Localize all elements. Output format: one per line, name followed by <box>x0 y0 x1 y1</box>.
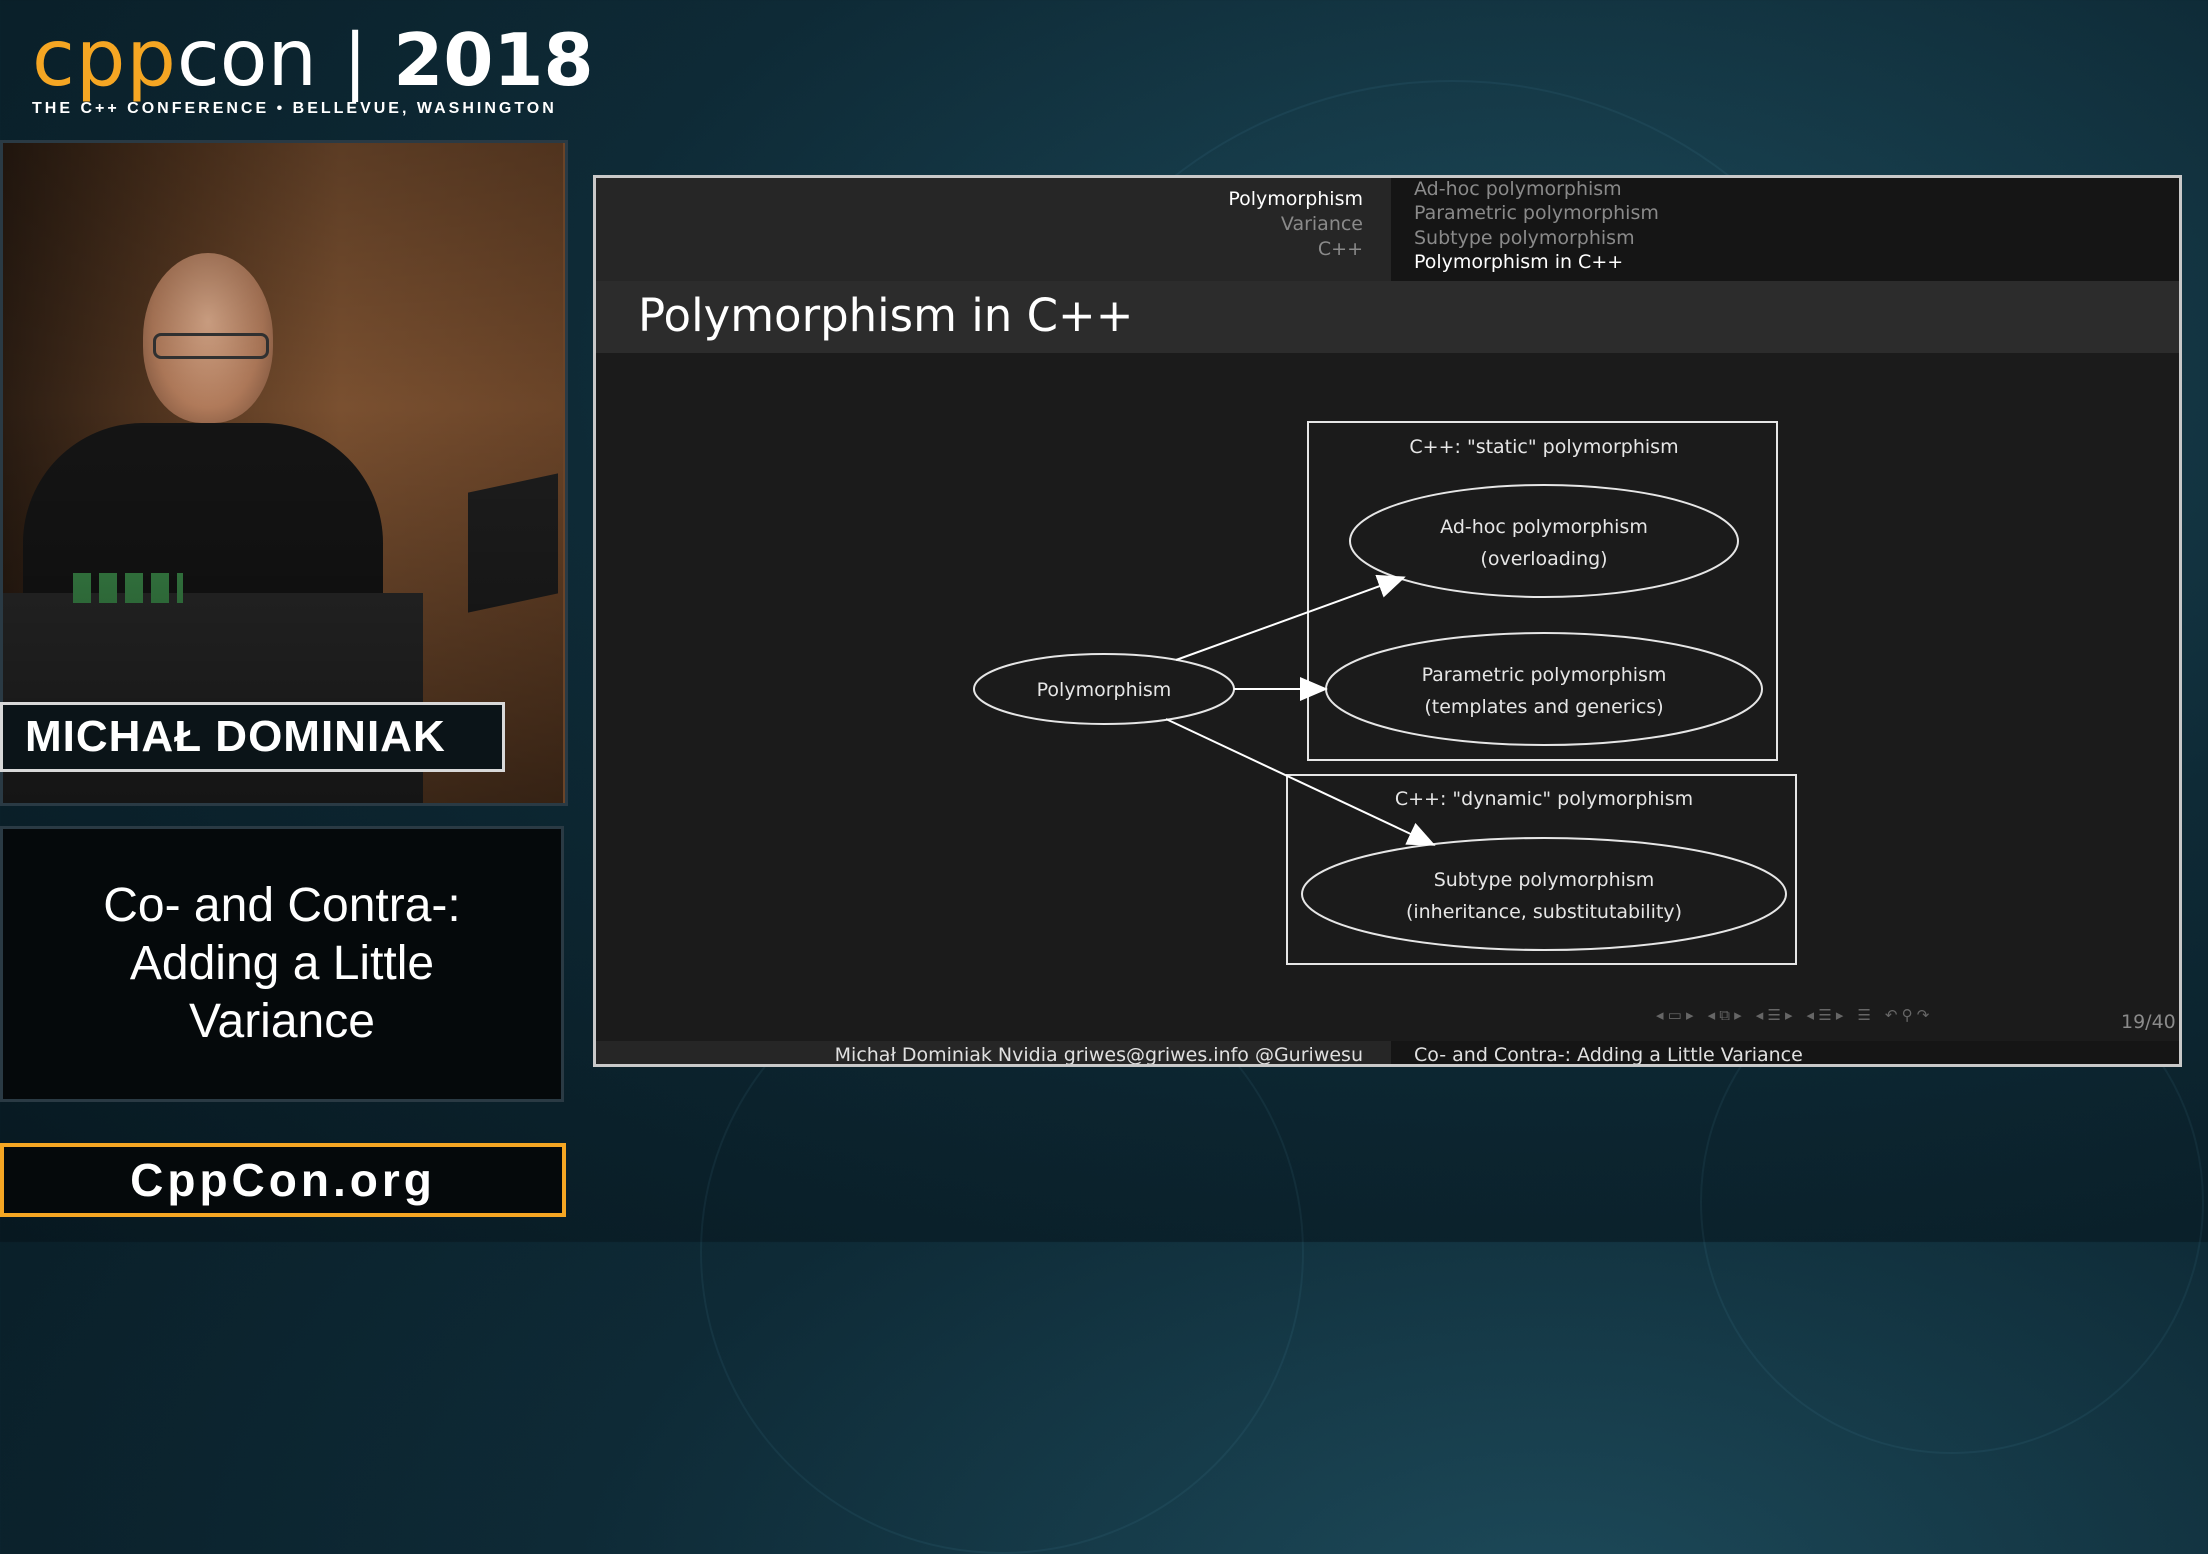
footer-title: Co- and Contra-: Adding a Little Varianc… <box>1414 1044 1803 1066</box>
talk-title: Co- and Contra-: Adding a Little Varianc… <box>103 879 461 1048</box>
adhoc-node-subtitle: (overloading) <box>1480 548 1607 570</box>
subtype-node-title: Subtype polymorphism <box>1434 869 1655 891</box>
logo-tagline: THE C++ CONFERENCE • BELLEVUE, WASHINGTO… <box>32 100 557 117</box>
logo-year: 2018 <box>393 18 594 102</box>
prev-subsection-icon[interactable]: ◂ ⧉ ▸ <box>1708 1006 1742 1024</box>
presentation-slide: Polymorphism Variance C++ Ad-hoc polymor… <box>593 175 2182 1067</box>
cppcon-logo: cpp con | 2018 THE C++ CONFERENCE • BELL… <box>32 14 594 118</box>
parametric-node-title: Parametric polymorphism <box>1422 664 1667 686</box>
talk-title-panel: Co- and Contra-: Adding a Little Varianc… <box>0 826 564 1102</box>
logo-cpp: cpp <box>32 14 177 104</box>
parametric-node <box>1325 632 1763 746</box>
prev-section-icon[interactable]: ◂ ☰ ▸ <box>1756 1006 1793 1024</box>
adhoc-node-title: Ad-hoc polymorphism <box>1440 516 1648 538</box>
slide-footer-right: Co- and Contra-: Adding a Little Varianc… <box>1391 1041 2179 1066</box>
beamer-navigation-controls: ◂ ▭ ▸ ◂ ⧉ ▸ ◂ ☰ ▸ ◂ ☰ ▸ ☰ ↶ ⚲ ↷ <box>1656 1006 1929 1024</box>
prev-part-icon[interactable]: ◂ ☰ ▸ <box>1807 1006 1844 1024</box>
prev-frame-icon[interactable]: ◂ ▭ ▸ <box>1656 1006 1694 1024</box>
subtype-node <box>1301 837 1787 951</box>
site-banner: CppCon.org <box>0 1143 566 1217</box>
logo-separator: | <box>342 18 368 102</box>
speaker-name: MICHAŁ DOMINIAK <box>25 712 446 761</box>
adhoc-node <box>1349 484 1739 598</box>
edge-to-subtype <box>1165 718 1436 846</box>
subtype-node-subtitle: (inheritance, substitutability) <box>1406 901 1682 923</box>
dynamic-cluster-label: C++: "dynamic" polymorphism <box>1395 788 1693 810</box>
speaker-name-plate: MICHAŁ DOMINIAK <box>0 702 505 772</box>
undo-search-redo-icon[interactable]: ↶ ⚲ ↷ <box>1885 1006 1929 1024</box>
static-cluster-label: C++: "static" polymorphism <box>1409 436 1678 458</box>
parametric-node-subtitle: (templates and generics) <box>1424 696 1663 718</box>
polymorphism-root-label: Polymorphism <box>1037 679 1172 701</box>
slide-footer-left: Michał Dominiak Nvidia griwes@griwes.inf… <box>596 1041 1391 1066</box>
outline-icon[interactable]: ☰ <box>1857 1006 1870 1024</box>
polymorphism-diagram: C++: "static" polymorphism Ad-hoc polymo… <box>973 421 1797 965</box>
site-url: CppCon.org <box>130 1154 436 1206</box>
page-number: 19/40 <box>2121 1011 2176 1033</box>
footer-author: Michał Dominiak Nvidia griwes@griwes.inf… <box>834 1044 1363 1066</box>
edge-to-adhoc <box>1175 574 1406 661</box>
logo-con: con <box>176 14 317 104</box>
